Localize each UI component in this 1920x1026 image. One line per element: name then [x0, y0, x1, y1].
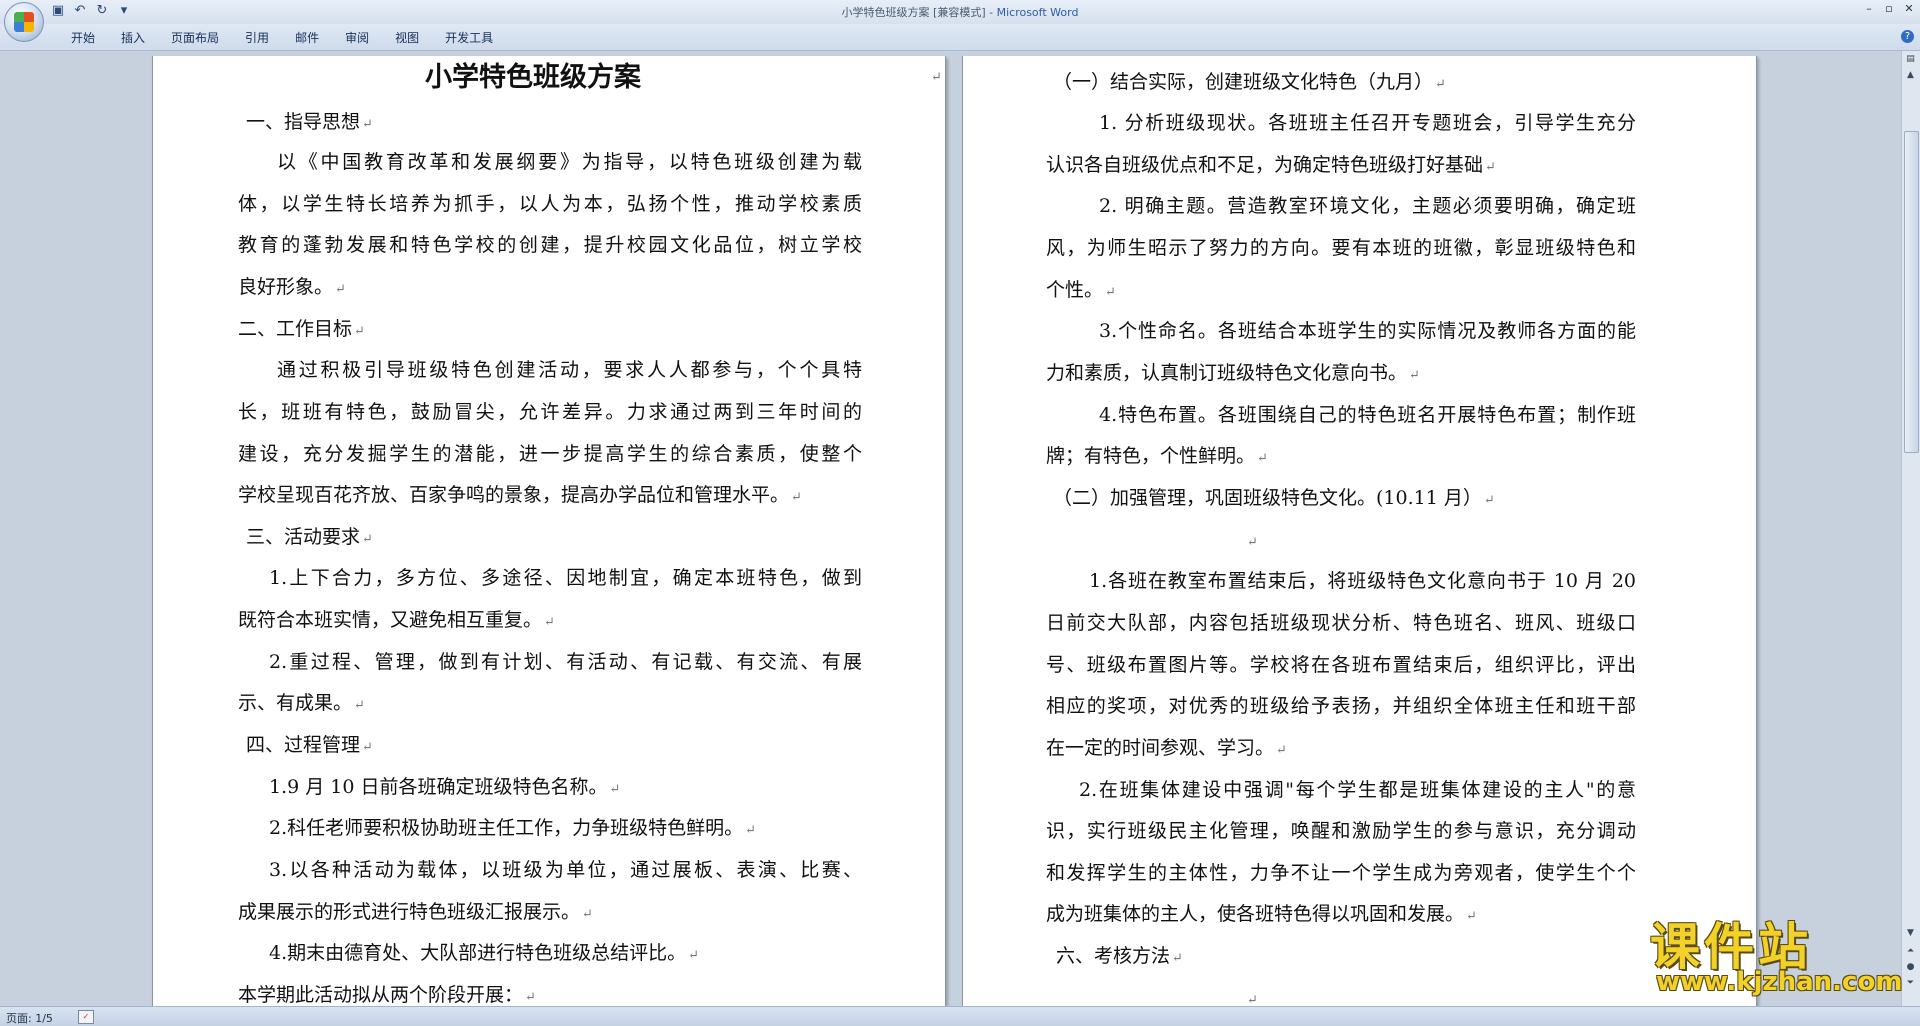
- status-bar: 页面: 1/5 ✓: [0, 1006, 1920, 1026]
- paragraph-line: 3.以各种活动为载体，以班级为单位，通过展板、表演、比赛、: [269, 859, 862, 881]
- tab-mailings[interactable]: 邮件: [282, 30, 332, 46]
- office-button[interactable]: [4, 2, 44, 42]
- paragraph-line: 长，班班有特色，鼓励冒尖，允许差异。力求通过两到三年时间的: [238, 401, 862, 423]
- page-2[interactable]: （一）结合实际，创建班级文化特色（九月） ↵ 1. 分析班级现状。各班班主任召开专…: [962, 56, 1757, 1006]
- paragraph-line: 识，实行班级民主化管理，唤醒和激励学生的参与意识，充分调动: [1046, 820, 1636, 842]
- ribbon-tab-bar: 开始 插入 页面布局 引用 邮件 审阅 视图 开发工具 ?: [0, 24, 1920, 51]
- tab-insert[interactable]: 插入: [108, 30, 158, 46]
- heading-work-goals: 二、工作目标 ↵: [238, 318, 365, 340]
- tab-view[interactable]: 视图: [382, 30, 432, 46]
- paragraph-line: 2.科任老师要积极协助班主任工作，力争班级特色鲜明。 ↵: [269, 817, 757, 839]
- heading-guiding-idea: 一、指导思想 ↵: [246, 111, 373, 133]
- vertical-scrollbar[interactable]: ▤ ▲ ▼ ⏶ ● ⏷: [1901, 51, 1920, 1006]
- heading-stage-two: （二）加强管理，巩固班级特色文化。(10.11 月） ↵: [1053, 487, 1495, 509]
- heading-assessment-method: 六、考核方法 ↵: [1056, 945, 1183, 967]
- window-controls: – ▫ ✕: [1862, 2, 1916, 16]
- paragraph-line: 本学期此活动拟从两个阶段开展： ↵: [238, 984, 536, 1006]
- heading-activity-requirements: 三、活动要求 ↵: [246, 526, 373, 548]
- paragraph-line: 建设，充分发掘学生的潜能，进一步提高学生的综合素质，使整个: [238, 443, 862, 465]
- paragraph-line: 3.个性命名。各班结合本班学生的实际情况及教师各方面的能: [1099, 320, 1636, 342]
- heading-stage-one: （一）结合实际，创建班级文化特色（九月） ↵: [1053, 71, 1446, 93]
- paragraph-line: 2.在班集体建设中强调"每个学生都是班集体建设的主人"的意: [1079, 779, 1636, 801]
- office-logo-icon: [14, 12, 34, 32]
- tab-review[interactable]: 审阅: [332, 30, 382, 46]
- paragraph-mark: ↵: [931, 70, 942, 85]
- page-indicator[interactable]: 页面: 1/5: [6, 1010, 53, 1026]
- ribbon-tabs: 开始 插入 页面布局 引用 邮件 审阅 视图 开发工具: [58, 30, 506, 46]
- empty-paragraph: ↵: [1247, 535, 1258, 550]
- paragraph-line: 1.上下合力，多方位、多途径、因地制宜，确定本班特色，做到: [269, 567, 862, 589]
- title-bar: ▣ ↶ ↻ ▾ 小学特色班级方案 [兼容模式] - Microsoft Word…: [0, 0, 1920, 42]
- paragraph-line: 认识各自班级优点和不足，为确定特色班级打好基础 ↵: [1046, 154, 1496, 176]
- paragraph-line: 牌；有特色，个性鲜明。 ↵: [1046, 445, 1268, 467]
- paragraph-line: 力和素质，认真制订班级特色文化意向书。 ↵: [1046, 362, 1420, 384]
- paragraph-line: 2.重过程、管理，做到有计划、有活动、有记载、有交流、有展: [269, 651, 862, 673]
- paragraph-line: 通过积极引导班级特色创建活动，要求人人都参与，个个具特: [277, 359, 862, 381]
- paragraph-line: 学校呈现百花齐放、百家争鸣的景象，提高办学品位和管理水平。 ↵: [238, 484, 802, 506]
- tab-developer[interactable]: 开发工具: [432, 30, 506, 46]
- paragraph-line: 4.期末由德育处、大队部进行特色班级总结评比。 ↵: [269, 942, 700, 964]
- document-area: 小学特色班级方案 ↵ 一、指导思想 ↵ 以《中国教育改革和发展纲要》为指导，以特色…: [0, 51, 1902, 1006]
- document-title: 小学特色班级方案 [兼容模式] -: [841, 6, 997, 19]
- paragraph-line: 教育的蓬勃发展和特色学校的创建，提升校园文化品位，树立学校: [238, 234, 862, 256]
- paragraph-line: 示、有成果。 ↵: [238, 692, 365, 714]
- paragraph-line: 在一定的时间参观、学习。 ↵: [1046, 737, 1287, 759]
- paragraph-line: 2. 明确主题。营造教室环境文化，主题必须要明确，确定班: [1099, 195, 1636, 217]
- ruler-toggle-icon[interactable]: ▤: [1904, 53, 1917, 66]
- paragraph-line: 以《中国教育改革和发展纲要》为指导，以特色班级创建为载: [277, 151, 862, 173]
- minimize-icon[interactable]: –: [1862, 2, 1876, 16]
- help-icon[interactable]: ?: [1901, 30, 1914, 43]
- paragraph-line: 成为班集体的主人，使各班特色得以巩固和发展。 ↵: [1046, 903, 1477, 925]
- empty-paragraph: ↵: [1247, 993, 1258, 1006]
- paragraph-line: 4.特色布置。各班围绕自己的特色班名开展特色布置；制作班: [1099, 404, 1636, 426]
- close-icon[interactable]: ✕: [1902, 2, 1916, 16]
- paragraph-line: 个性。 ↵: [1046, 279, 1116, 301]
- scroll-down-icon[interactable]: ▼: [1904, 927, 1917, 940]
- paragraph-line: 既符合本班实情，又避免相互重复。 ↵: [238, 609, 555, 631]
- scrollbar-thumb[interactable]: [1904, 131, 1919, 453]
- paragraph-line: 良好形象。 ↵: [238, 276, 346, 298]
- restore-icon[interactable]: ▫: [1882, 2, 1896, 16]
- paragraph-line: 1. 分析班级现状。各班班主任召开专题班会，引导学生充分: [1099, 112, 1636, 134]
- paragraph-line: 风，为师生昭示了努力的方向。要有本班的班徽，彰显班级特色和: [1046, 237, 1636, 259]
- paragraph-line: 体，以学生特长培养为抓手，以人为本，弘扬个性，推动学校素质: [238, 193, 862, 215]
- site-watermark: 课件站 www.kjzhan.com: [1650, 907, 1902, 997]
- browse-object-icon[interactable]: ●: [1904, 961, 1917, 974]
- watermark-url: www.kjzhan.com: [1656, 967, 1903, 997]
- tab-page-layout[interactable]: 页面布局: [158, 30, 232, 46]
- previous-page-icon[interactable]: ⏶: [1904, 945, 1917, 958]
- page-1[interactable]: 小学特色班级方案 ↵ 一、指导思想 ↵ 以《中国教育改革和发展纲要》为指导，以特色…: [152, 56, 946, 1006]
- tab-home[interactable]: 开始: [58, 30, 108, 46]
- window-title: 小学特色班级方案 [兼容模式] - Microsoft Word: [0, 4, 1920, 20]
- paragraph-line: 1.9 月 10 日前各班确定班级特色名称。 ↵: [269, 776, 621, 798]
- next-page-icon[interactable]: ⏷: [1904, 977, 1917, 990]
- heading-process-management: 四、过程管理 ↵: [246, 734, 373, 756]
- proofing-icon[interactable]: ✓: [78, 1010, 94, 1024]
- paragraph-line: 相应的奖项，对优秀的班级给予表扬，并组织全体班主任和班干部: [1046, 695, 1636, 717]
- paragraph-line: 和发挥学生的主体性，力争不让一个学生成为旁观者，使学生个个: [1046, 862, 1636, 884]
- paragraph-line: 号、班级布置图片等。学校将在各班布置结束后，组织评比，评出: [1046, 654, 1636, 676]
- paragraph-line: 日前交大队部，内容包括班级现状分析、特色班名、班风、班级口: [1046, 612, 1636, 634]
- paragraph-line: 1.各班在教室布置结束后，将班级特色文化意向书于 10 月 20: [1089, 570, 1636, 592]
- scroll-up-icon[interactable]: ▲: [1904, 69, 1917, 82]
- paragraph-line: 成果展示的形式进行特色班级汇报展示。 ↵: [238, 901, 593, 923]
- tab-references[interactable]: 引用: [232, 30, 282, 46]
- document-heading: 小学特色班级方案: [425, 62, 641, 93]
- app-name: Microsoft Word: [996, 6, 1079, 19]
